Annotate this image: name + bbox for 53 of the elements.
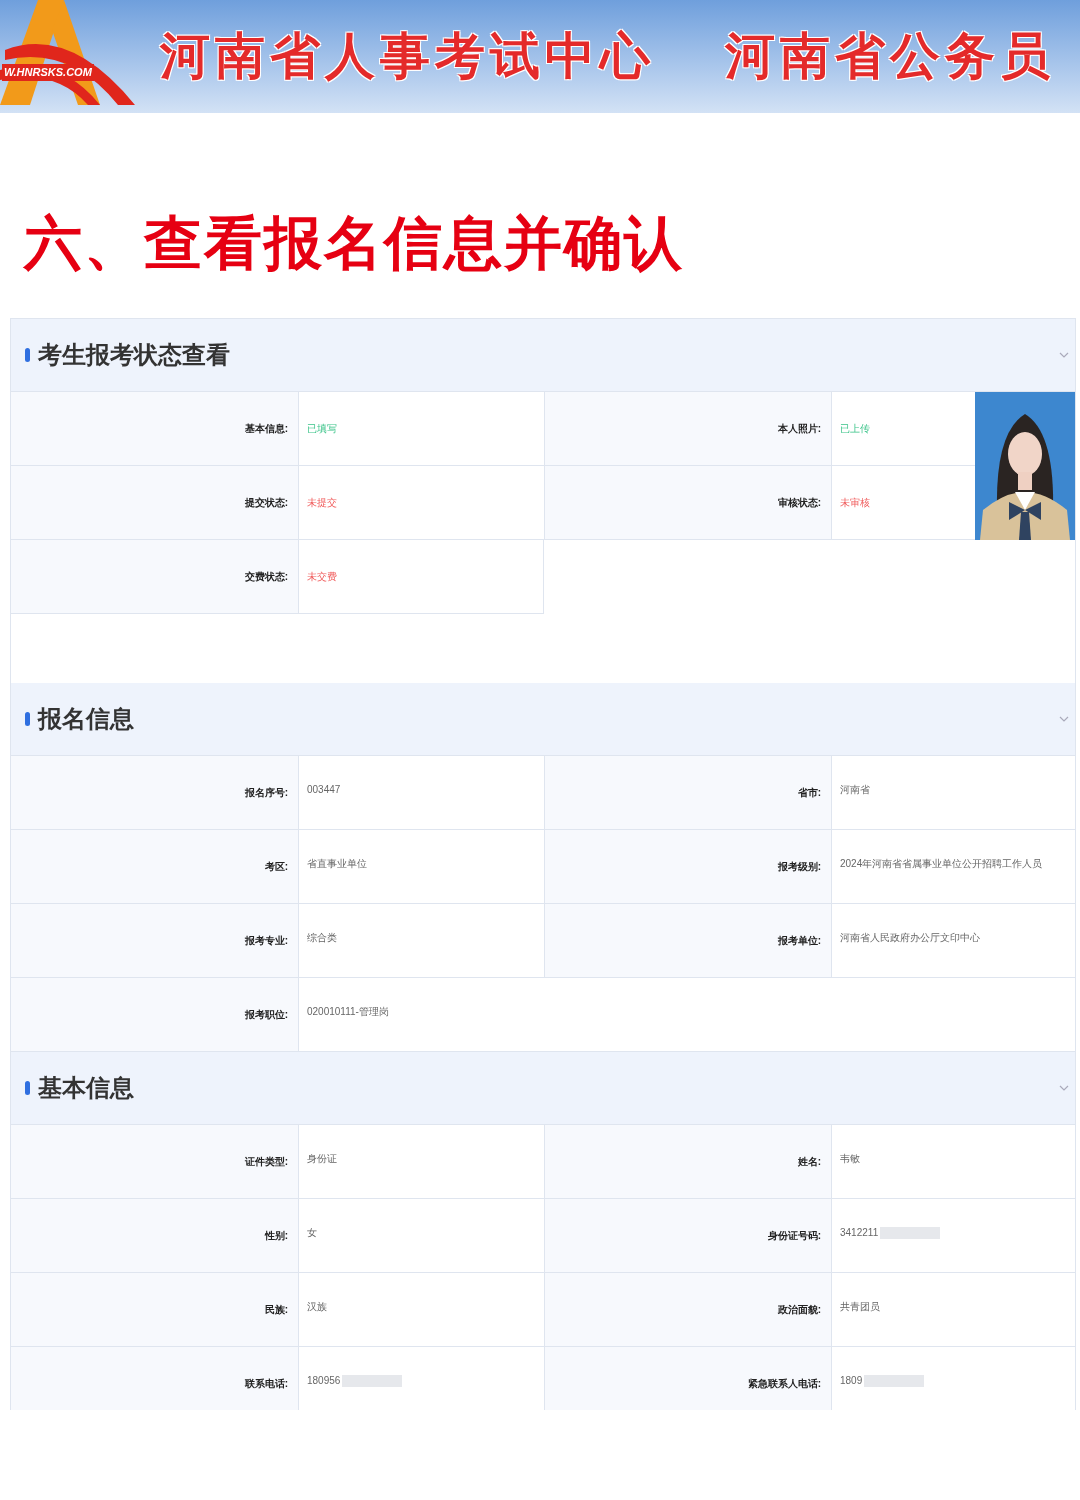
section-marker (25, 712, 30, 726)
field-value: 共青团员 (840, 1300, 880, 1314)
field-label: 审核状态: (777, 496, 821, 510)
field-label: 报考单位: (777, 934, 821, 948)
field-label: 本人照片: (777, 422, 821, 436)
field-label: 省市: (797, 786, 821, 800)
section-marker (25, 1081, 30, 1095)
field-value: 2024年河南省省属事业单位公开招聘工作人员 (840, 857, 1043, 871)
field-label: 民族: (264, 1303, 288, 1317)
field-label: 紧急联系人电话: (747, 1377, 821, 1391)
field-value: 未审核 (840, 496, 870, 510)
field-label: 身份证号码: (767, 1229, 821, 1243)
field-label: 报名序号: (244, 786, 288, 800)
chevron-down-icon[interactable] (1059, 716, 1069, 722)
field-label: 提交状态: (244, 496, 288, 510)
chevron-down-icon[interactable] (1059, 352, 1069, 358)
field-value: 已上传 (840, 422, 870, 436)
field-value: 女 (307, 1226, 317, 1240)
field-value: 未提交 (307, 496, 337, 510)
field-label: 报考专业: (244, 934, 288, 948)
field-value: 省直事业单位 (307, 857, 367, 871)
field-value: 河南省人民政府办公厅文印中心 (840, 931, 980, 945)
field-label: 报考级别: (777, 860, 821, 874)
field-value: 身份证 (307, 1152, 337, 1166)
field-value: 020010111-管理岗 (307, 1005, 389, 1019)
field-label: 交费状态: (244, 570, 288, 584)
field-label: 政治面貌: (777, 1303, 821, 1317)
section-title: 基本信息 (38, 1073, 135, 1103)
chevron-down-icon[interactable] (1059, 1085, 1069, 1091)
field-value: 180956 (307, 1374, 341, 1388)
field-value: 1809 (840, 1374, 863, 1388)
field-label: 考区: (264, 860, 288, 874)
field-value: 韦敏 (840, 1152, 860, 1166)
page-heading: 六、查看报名信息并确认 (24, 209, 685, 277)
field-label: 性别: (264, 1229, 288, 1243)
section-marker (25, 348, 30, 362)
field-label: 基本信息: (244, 422, 288, 436)
field-label: 姓名: (797, 1155, 821, 1169)
banner-title: 河南省人事考试中心 (160, 27, 655, 86)
field-value: 汉族 (307, 1300, 327, 1314)
field-label: 联系电话: (244, 1377, 288, 1391)
field-label: 证件类型: (244, 1155, 288, 1169)
logo-text: W.HNRSKS.COM (2, 64, 94, 81)
field-value: 综合类 (307, 931, 337, 945)
field-value: 003447 (307, 783, 341, 797)
field-label: 报考职位: (244, 1008, 288, 1022)
banner-title: 河南省公务员 (725, 27, 1055, 86)
field-value: 河南省 (840, 783, 870, 797)
field-value: 未交费 (307, 570, 337, 584)
section-title: 报名信息 (38, 704, 135, 734)
section-title: 考生报考状态查看 (38, 340, 231, 370)
field-value: 3412211 (840, 1226, 879, 1240)
field-value: 已填写 (307, 422, 337, 436)
